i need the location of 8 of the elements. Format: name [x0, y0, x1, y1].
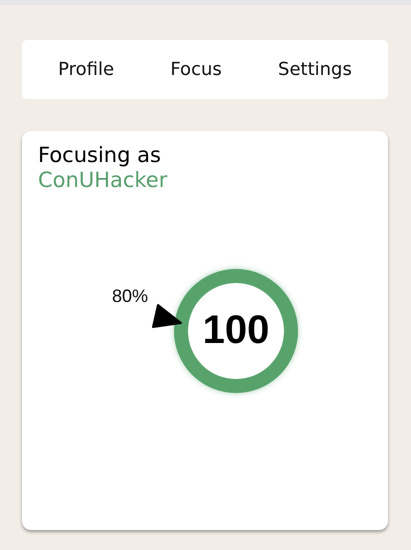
percent-label: 80%: [112, 286, 148, 307]
focus-title: Focusing as: [38, 143, 162, 168]
nav-link[interactable]: Focus: [170, 59, 222, 80]
pointer-arrow-icon: [152, 302, 182, 328]
nav-link[interactable]: Profile: [58, 59, 114, 80]
score-value: 100: [202, 308, 270, 353]
nav-link[interactable]: Settings: [278, 59, 352, 80]
username: ConUHacker: [38, 168, 168, 193]
